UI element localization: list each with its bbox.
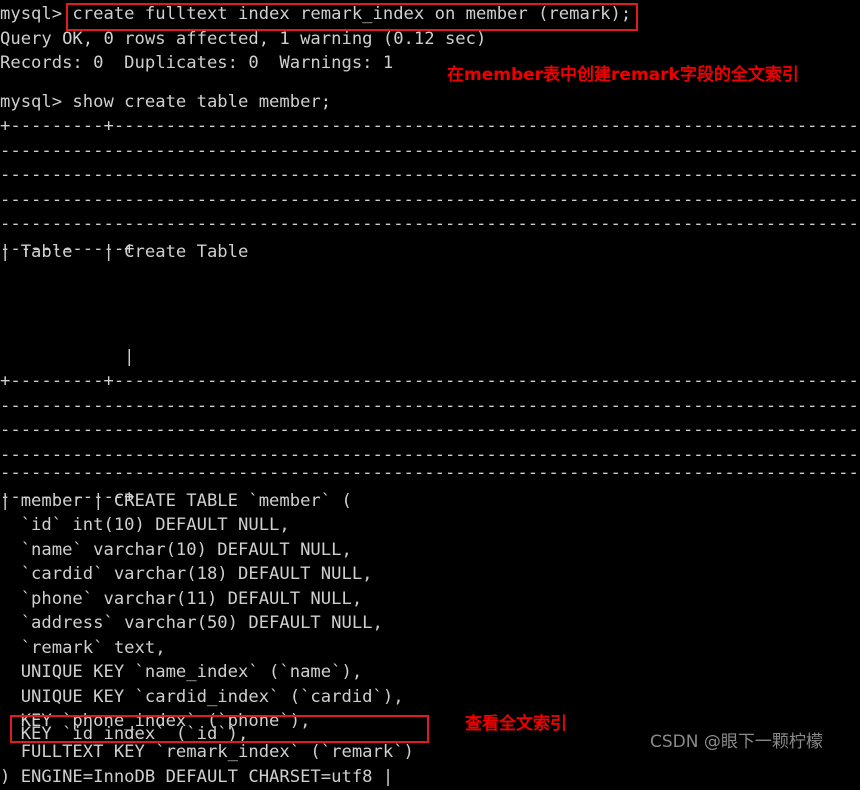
terminal-line-11: | Table | Create Table: [0, 242, 249, 262]
terminal-line-33: FULLTEXT KEY `remark_index` (`remark`): [0, 742, 414, 762]
create-fulltext-index-note: 在member表中创建remark字段的全文索引: [447, 65, 799, 85]
terminal-line-28: `remark` text,: [0, 638, 166, 658]
terminal-line-26: `phone` varchar(11) DEFAULT NULL,: [0, 589, 363, 609]
terminal-line-24: `name` varchar(10) DEFAULT NULL,: [0, 540, 352, 560]
terminal-line-1: Query OK, 0 rows affected, 1 warning (0.…: [0, 29, 487, 49]
terminal-line-6: ----------------------------------------…: [0, 141, 860, 161]
terminal-line-9: ----------------------------------------…: [0, 214, 860, 234]
csdn-watermark: CSDN @眼下一颗柠檬: [650, 732, 823, 752]
terminal-line-7: ----------------------------------------…: [0, 165, 860, 185]
terminal-line-22: | member | CREATE TABLE `member` (: [0, 491, 352, 511]
terminal-line-20: ----------------------------------------…: [0, 463, 860, 483]
terminal-line-2: Records: 0 Duplicates: 0 Warnings: 1: [0, 53, 394, 73]
view-fulltext-index-note: 查看全文索引: [465, 714, 567, 734]
terminal-line-17: ----------------------------------------…: [0, 396, 860, 416]
terminal-line-34: ) ENGINE=InnoDB DEFAULT CHARSET=utf8 |: [0, 767, 394, 787]
terminal-line-16: +---------+-----------------------------…: [0, 371, 860, 391]
terminal-line-23: `id` int(10) DEFAULT NULL,: [0, 515, 290, 535]
terminal-line-18: ----------------------------------------…: [0, 420, 860, 440]
terminal-line-8: ----------------------------------------…: [0, 190, 860, 210]
terminal-line-27: `address` varchar(50) DEFAULT NULL,: [0, 613, 383, 633]
terminal-line-4: mysql> show create table member;: [0, 92, 332, 112]
terminal-line-0: mysql> create fulltext index remark_inde…: [0, 4, 632, 24]
terminal-line-29: UNIQUE KEY `name_index` (`name`),: [0, 662, 363, 682]
terminal-line-5: +---------+-----------------------------…: [0, 116, 860, 136]
terminal-line-25: `cardid` varchar(18) DEFAULT NULL,: [0, 564, 373, 584]
terminal-line-15: |: [0, 347, 135, 367]
terminal-line-30: UNIQUE KEY `cardid_index` (`cardid`),: [0, 687, 404, 707]
terminal-window[interactable]: mysql> create fulltext index remark_inde…: [0, 0, 860, 787]
